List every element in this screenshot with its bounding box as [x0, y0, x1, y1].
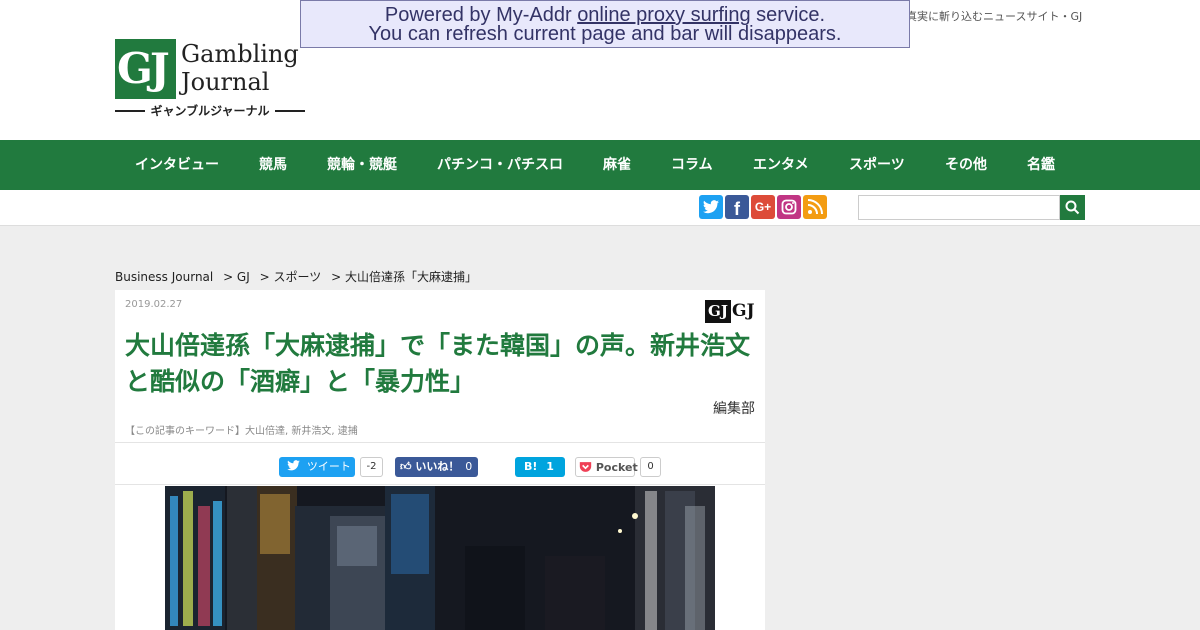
proxy-banner-line2: You can refresh current page and bar wil…	[368, 23, 842, 45]
logo-word-gambling: Gambling	[181, 40, 299, 68]
night-street-photo	[165, 486, 715, 630]
gj-badge: GJ GJ	[705, 300, 755, 323]
search-input[interactable]	[858, 195, 1060, 220]
share-bar: ツイート -2 👍︎ いいね！ 0 B! 1 Pocket 0	[115, 442, 765, 485]
pocket-icon	[579, 462, 592, 472]
tweet-button[interactable]: ツイート	[279, 457, 355, 477]
article-title: 大山倍達孫「大麻逮捕」で「また韓国」の声。新井浩文と酷似の「酒癖」と「暴力性」	[125, 331, 751, 396]
breadcrumb-item-sports[interactable]: > スポーツ	[260, 270, 322, 284]
breadcrumb-item-business-journal[interactable]: Business Journal	[115, 270, 213, 284]
hatena-label: B!	[524, 460, 538, 473]
search-button[interactable]	[1060, 195, 1085, 220]
social-search-bar: f G+	[0, 190, 1200, 226]
site-tagline: 真実に斬り込むニュースサイト・GJ	[906, 10, 1083, 23]
google-plus-icon[interactable]: G+	[751, 195, 775, 219]
facebook-like-button[interactable]: 👍︎ いいね！ 0	[395, 457, 478, 477]
article-card: 2019.02.27 GJ GJ 大山倍達孫「大麻逮捕」で「また韓国」の声。新井…	[115, 290, 765, 630]
nav-item-sports[interactable]: スポーツ	[849, 140, 905, 190]
gj-badge-text: GJ	[732, 301, 755, 321]
twitter-icon[interactable]	[699, 195, 723, 219]
nav-item-entame[interactable]: エンタメ	[753, 140, 809, 190]
pocket-label: Pocket	[595, 461, 638, 474]
breadcrumb-item-gj[interactable]: > GJ	[223, 270, 250, 284]
article-author[interactable]: 編集部	[713, 398, 755, 418]
logo-word-journal: Journal	[181, 68, 270, 96]
article-keywords: 【この記事のキーワード】大山倍達, 新井浩文, 逮捕	[125, 426, 358, 437]
nav-item-keiba[interactable]: 競馬	[259, 140, 287, 190]
nav-item-meikan[interactable]: 名鑑	[1027, 140, 1055, 190]
rss-icon[interactable]	[803, 195, 827, 219]
pocket-count: 0	[640, 457, 661, 477]
logo-subtitle: ギャンブルジャーナル	[115, 103, 305, 119]
nav-item-pachinko[interactable]: パチンコ・パチスロ	[437, 140, 563, 190]
twitter-icon	[287, 460, 300, 471]
search-icon	[1065, 200, 1080, 215]
pocket-button[interactable]: Pocket	[575, 457, 638, 477]
nav-item-mahjong[interactable]: 麻雀	[603, 140, 631, 190]
tweet-label: ツイート	[306, 460, 351, 473]
proxy-banner: Powered by My-Addr online proxy surfing …	[300, 0, 910, 48]
thumbs-up-icon: 👍︎	[400, 460, 412, 473]
logo-mark-text: GJ	[117, 44, 170, 93]
article-date: 2019.02.27	[125, 299, 183, 310]
tweet-count: -2	[360, 457, 383, 477]
instagram-icon[interactable]	[777, 195, 801, 219]
nav-item-keirin-kyotei[interactable]: 競輪・競艇	[327, 140, 397, 190]
like-count: 0	[465, 460, 473, 473]
nav-item-interview[interactable]: インタビュー	[135, 140, 219, 190]
logo-mark: GJ	[115, 39, 176, 99]
breadcrumb-item-current: > 大山倍達孫「大麻逮捕」	[331, 270, 477, 284]
like-label: いいね！	[415, 460, 460, 473]
hatena-bookmark-button[interactable]: B! 1	[515, 457, 565, 477]
hatena-count: 1	[546, 460, 554, 473]
facebook-icon[interactable]: f	[725, 195, 749, 219]
breadcrumb: Business Journal > GJ > スポーツ > 大山倍達孫「大麻逮…	[115, 268, 483, 285]
main-nav: インタビュー 競馬 競輪・競艇 パチンコ・パチスロ 麻雀 コラム エンタメ スポ…	[0, 140, 1200, 190]
article-photo	[165, 486, 715, 630]
nav-item-other[interactable]: その他	[945, 140, 987, 190]
gj-badge-mark: GJ	[705, 300, 731, 323]
site-logo[interactable]: GJ Gambling Journal ギャンブルジャーナル	[115, 39, 305, 119]
nav-item-column[interactable]: コラム	[671, 140, 713, 190]
